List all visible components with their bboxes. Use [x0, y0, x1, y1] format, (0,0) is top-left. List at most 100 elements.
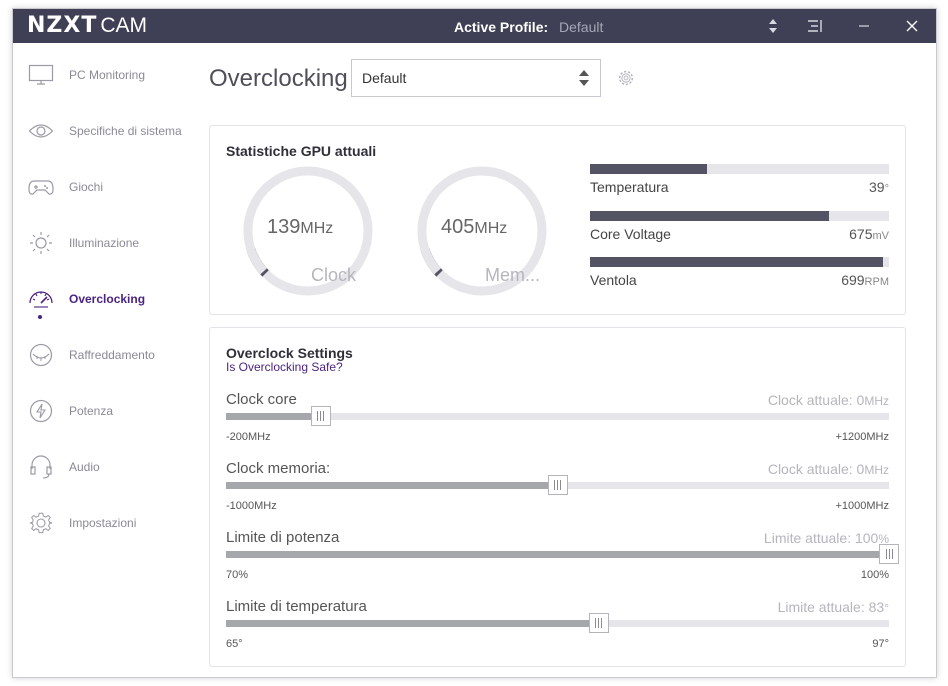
- core-clock-slider[interactable]: [226, 406, 889, 426]
- sidebar-item-power[interactable]: Potenza: [13, 391, 198, 431]
- temperature-bar-track: [590, 164, 889, 174]
- sidebar-item-label: Giochi: [69, 180, 104, 194]
- temperature-limit-slider[interactable]: [226, 613, 889, 633]
- gpu-stats-panel: Statistiche GPU attuali 139MHz Clock 405…: [209, 125, 906, 315]
- active-profile-value[interactable]: Default: [559, 19, 603, 35]
- logo-brand: NZXT: [27, 13, 98, 38]
- sidebar-item-pc-monitoring[interactable]: PC Monitoring: [13, 55, 198, 95]
- sidebar-item-settings[interactable]: Impostazioni: [13, 503, 198, 543]
- temperature-limit-current: Limite attuale: 83°: [777, 599, 889, 615]
- core-clock-min: -200MHz: [226, 431, 271, 443]
- app-window: NZXT CAM Active Profile: Default PC Moni…: [12, 8, 937, 678]
- memory-clock-slider[interactable]: [226, 475, 889, 495]
- power-limit-current: Limite attuale: 100%: [763, 530, 889, 546]
- core-clock-label: Clock core: [226, 391, 297, 408]
- clock-gauge: 139MHz Clock: [243, 166, 373, 296]
- active-indicator: [38, 315, 42, 319]
- fan-value: 699RPM: [841, 272, 889, 288]
- sidebar-item-overclocking[interactable]: Overclocking: [13, 279, 198, 319]
- fan-bar-fill: [590, 257, 884, 267]
- memory-clock-slider-fill: [226, 482, 558, 489]
- profile-select[interactable]: Default: [351, 59, 601, 97]
- sidebar-item-lighting[interactable]: Illuminazione: [13, 223, 198, 263]
- core-clock-current: Clock attuale: 0MHz: [767, 392, 889, 408]
- power-limit-max: 100%: [860, 569, 889, 581]
- memory-gauge-value: 405MHz: [441, 216, 508, 238]
- sidebar-item-label: Audio: [69, 460, 100, 474]
- overclock-settings-title: Overclock Settings: [226, 345, 353, 361]
- cooling-icon: [27, 341, 55, 369]
- page-title: Overclocking: [209, 65, 348, 92]
- fan-label: Ventola: [590, 272, 637, 288]
- fan-bar-track: [590, 257, 889, 267]
- title-bar: NZXT CAM Active Profile: Default: [13, 9, 936, 43]
- sidebar-item-audio[interactable]: Audio: [13, 447, 198, 487]
- memory-clock-min: -1000MHz: [226, 500, 277, 512]
- sidebar: PC Monitoring Specifiche di sistema Gioc…: [13, 43, 198, 677]
- temperature-value: 39°: [869, 179, 889, 195]
- power-limit-slider-handle[interactable]: [879, 544, 899, 564]
- minimize-icon[interactable]: [853, 9, 875, 43]
- sun-icon: [27, 229, 55, 257]
- sidebar-item-label: Illuminazione: [69, 236, 140, 250]
- sidebar-item-label: PC Monitoring: [69, 68, 146, 82]
- temperature-limit-slider-handle[interactable]: [588, 613, 609, 633]
- memory-clock-max: +1000MHz: [835, 500, 889, 512]
- sidebar-item-label: Overclocking: [69, 292, 146, 306]
- memory-clock-label: Clock memoria:: [226, 460, 331, 477]
- temperature-label: Temperatura: [590, 179, 669, 195]
- memory-clock-slider-handle[interactable]: [547, 475, 568, 495]
- memory-clock-current: Clock attuale: 0MHz: [767, 461, 889, 477]
- core-voltage-bar-track: [590, 211, 889, 221]
- gear-icon: [27, 509, 55, 537]
- core-voltage-label: Core Voltage: [590, 226, 671, 242]
- temperature-bar-fill: [590, 164, 707, 174]
- sidebar-item-label: Raffreddamento: [69, 348, 155, 362]
- core-clock-max: +1200MHz: [835, 431, 889, 443]
- temperature-limit-max: 97°: [872, 638, 889, 650]
- sidebar-item-label: Specifiche di sistema: [69, 124, 182, 138]
- power-limit-min: 70%: [226, 569, 249, 581]
- app-logo: NZXT CAM: [27, 13, 147, 39]
- eye-icon: [27, 117, 55, 145]
- memory-clock-slider-row: Clock memoria: Clock attuale: 0MHz -1000…: [226, 460, 889, 520]
- power-limit-slider-fill: [226, 551, 889, 558]
- lightning-icon: [27, 397, 55, 425]
- power-limit-slider[interactable]: [226, 544, 899, 564]
- sidebar-item-label: Impostazioni: [69, 516, 137, 530]
- profile-switch-icon[interactable]: [765, 9, 781, 43]
- profile-select-value: Default: [362, 70, 407, 86]
- sidebar-item-cooling[interactable]: Raffreddamento: [13, 335, 198, 375]
- core-voltage-bar-fill: [590, 211, 830, 221]
- headset-icon: [27, 453, 55, 481]
- temperature-limit-label: Limite di temperatura: [226, 598, 367, 615]
- core-clock-slider-row: Clock core Clock attuale: 0MHz -200MHz +…: [226, 391, 889, 451]
- overclock-settings-panel: Overclock Settings Is Overclocking Safe?…: [209, 327, 906, 667]
- clock-gauge-value: 139MHz: [267, 216, 334, 238]
- power-limit-slider-row: Limite di potenza Limite attuale: 100% 7…: [226, 529, 899, 589]
- power-limit-label: Limite di potenza: [226, 529, 340, 546]
- gpu-stats-title: Statistiche GPU attuali: [226, 143, 377, 159]
- close-icon[interactable]: [901, 9, 923, 43]
- sidebar-item-system-specs[interactable]: Specifiche di sistema: [13, 111, 198, 151]
- memory-gauge-label: Mem...: [485, 265, 541, 285]
- menu-list-icon[interactable]: [805, 9, 825, 43]
- sidebar-item-label: Potenza: [69, 404, 114, 418]
- overclocking-safe-link[interactable]: Is Overclocking Safe?: [226, 360, 343, 374]
- clock-gauge-label: Clock: [311, 265, 357, 285]
- memory-gauge: 405MHz Mem...: [417, 166, 547, 296]
- temperature-limit-slider-row: Limite di temperatura Limite attuale: 83…: [226, 598, 889, 658]
- core-clock-slider-fill: [226, 413, 321, 420]
- active-profile-label: Active Profile:: [454, 19, 549, 35]
- monitor-icon: [27, 61, 55, 89]
- core-clock-slider-handle[interactable]: [310, 406, 331, 426]
- core-voltage-value: 675mV: [849, 226, 889, 242]
- temperature-limit-slider-fill: [226, 620, 599, 627]
- profile-settings-gear-icon[interactable]: [617, 69, 635, 87]
- temperature-limit-min: 65°: [226, 638, 243, 650]
- logo-product: CAM: [100, 14, 148, 37]
- sidebar-item-games[interactable]: Giochi: [13, 167, 198, 207]
- gamepad-icon: [27, 173, 55, 201]
- speedometer-icon: [27, 285, 55, 313]
- sort-arrows-icon: [579, 70, 589, 86]
